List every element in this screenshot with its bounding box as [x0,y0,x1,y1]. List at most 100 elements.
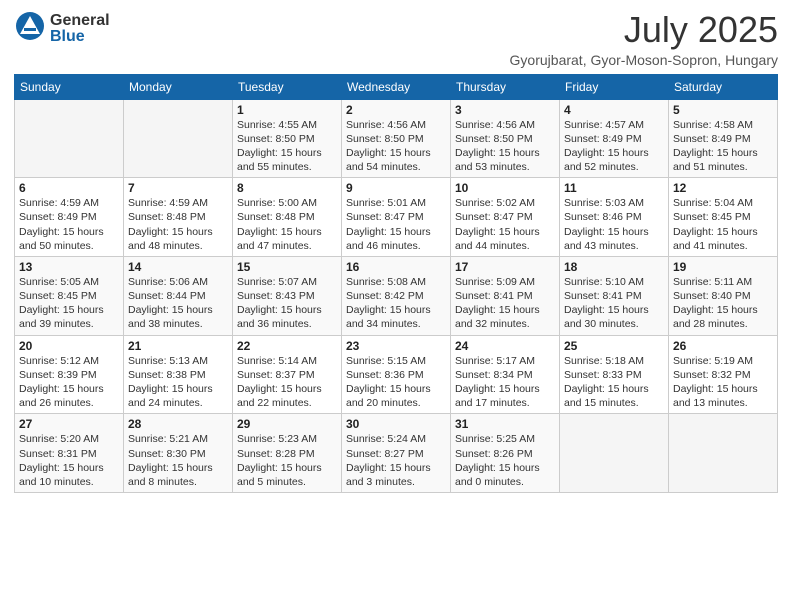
col-header-monday: Monday [124,74,233,99]
day-cell [560,414,669,493]
day-cell: 3Sunrise: 4:56 AMSunset: 8:50 PMDaylight… [451,99,560,178]
logo-text: General Blue [50,13,110,45]
day-number: 30 [346,417,446,431]
day-info: Sunrise: 4:59 AMSunset: 8:48 PMDaylight:… [128,196,228,253]
day-info: Sunrise: 4:59 AMSunset: 8:49 PMDaylight:… [19,196,119,253]
logo-icon [14,10,46,42]
day-info: Sunrise: 5:07 AMSunset: 8:43 PMDaylight:… [237,275,337,332]
day-info: Sunrise: 4:58 AMSunset: 8:49 PMDaylight:… [673,118,773,175]
day-number: 7 [128,181,228,195]
day-info: Sunrise: 5:00 AMSunset: 8:48 PMDaylight:… [237,196,337,253]
day-info: Sunrise: 5:15 AMSunset: 8:36 PMDaylight:… [346,354,446,411]
day-cell [124,99,233,178]
day-cell: 21Sunrise: 5:13 AMSunset: 8:38 PMDayligh… [124,335,233,414]
day-cell: 28Sunrise: 5:21 AMSunset: 8:30 PMDayligh… [124,414,233,493]
day-number: 13 [19,260,119,274]
col-header-thursday: Thursday [451,74,560,99]
day-info: Sunrise: 4:57 AMSunset: 8:49 PMDaylight:… [564,118,664,175]
day-cell: 4Sunrise: 4:57 AMSunset: 8:49 PMDaylight… [560,99,669,178]
month-year: July 2025 [510,10,778,50]
day-number: 6 [19,181,119,195]
day-number: 26 [673,339,773,353]
col-header-tuesday: Tuesday [233,74,342,99]
day-cell: 7Sunrise: 4:59 AMSunset: 8:48 PMDaylight… [124,178,233,257]
day-cell: 17Sunrise: 5:09 AMSunset: 8:41 PMDayligh… [451,256,560,335]
day-cell: 8Sunrise: 5:00 AMSunset: 8:48 PMDaylight… [233,178,342,257]
day-info: Sunrise: 5:02 AMSunset: 8:47 PMDaylight:… [455,196,555,253]
day-number: 17 [455,260,555,274]
day-info: Sunrise: 5:10 AMSunset: 8:41 PMDaylight:… [564,275,664,332]
day-number: 19 [673,260,773,274]
day-info: Sunrise: 5:14 AMSunset: 8:37 PMDaylight:… [237,354,337,411]
day-number: 4 [564,103,664,117]
day-cell: 1Sunrise: 4:55 AMSunset: 8:50 PMDaylight… [233,99,342,178]
day-cell: 6Sunrise: 4:59 AMSunset: 8:49 PMDaylight… [15,178,124,257]
day-number: 23 [346,339,446,353]
day-number: 15 [237,260,337,274]
day-cell: 18Sunrise: 5:10 AMSunset: 8:41 PMDayligh… [560,256,669,335]
day-number: 14 [128,260,228,274]
day-number: 29 [237,417,337,431]
page: General Blue July 2025 Gyorujbarat, Gyor… [0,0,792,612]
logo: General Blue [14,10,110,47]
day-info: Sunrise: 5:11 AMSunset: 8:40 PMDaylight:… [673,275,773,332]
day-cell: 31Sunrise: 5:25 AMSunset: 8:26 PMDayligh… [451,414,560,493]
day-number: 20 [19,339,119,353]
day-number: 8 [237,181,337,195]
day-cell: 19Sunrise: 5:11 AMSunset: 8:40 PMDayligh… [669,256,778,335]
day-info: Sunrise: 4:56 AMSunset: 8:50 PMDaylight:… [455,118,555,175]
day-number: 2 [346,103,446,117]
day-info: Sunrise: 5:19 AMSunset: 8:32 PMDaylight:… [673,354,773,411]
day-info: Sunrise: 4:56 AMSunset: 8:50 PMDaylight:… [346,118,446,175]
day-info: Sunrise: 5:17 AMSunset: 8:34 PMDaylight:… [455,354,555,411]
day-info: Sunrise: 4:55 AMSunset: 8:50 PMDaylight:… [237,118,337,175]
day-cell [15,99,124,178]
day-number: 18 [564,260,664,274]
day-info: Sunrise: 5:12 AMSunset: 8:39 PMDaylight:… [19,354,119,411]
day-info: Sunrise: 5:24 AMSunset: 8:27 PMDaylight:… [346,432,446,489]
logo-blue: Blue [50,29,110,45]
day-cell: 26Sunrise: 5:19 AMSunset: 8:32 PMDayligh… [669,335,778,414]
day-info: Sunrise: 5:01 AMSunset: 8:47 PMDaylight:… [346,196,446,253]
title-section: July 2025 Gyorujbarat, Gyor-Moson-Sopron… [510,10,778,68]
location: Gyorujbarat, Gyor-Moson-Sopron, Hungary [510,52,778,68]
day-cell: 20Sunrise: 5:12 AMSunset: 8:39 PMDayligh… [15,335,124,414]
day-cell: 15Sunrise: 5:07 AMSunset: 8:43 PMDayligh… [233,256,342,335]
day-number: 10 [455,181,555,195]
day-number: 3 [455,103,555,117]
day-number: 28 [128,417,228,431]
day-number: 9 [346,181,446,195]
day-info: Sunrise: 5:08 AMSunset: 8:42 PMDaylight:… [346,275,446,332]
week-row-3: 13Sunrise: 5:05 AMSunset: 8:45 PMDayligh… [15,256,778,335]
day-number: 31 [455,417,555,431]
day-cell: 10Sunrise: 5:02 AMSunset: 8:47 PMDayligh… [451,178,560,257]
day-number: 27 [19,417,119,431]
day-info: Sunrise: 5:03 AMSunset: 8:46 PMDaylight:… [564,196,664,253]
header-row: SundayMondayTuesdayWednesdayThursdayFrid… [15,74,778,99]
day-cell: 5Sunrise: 4:58 AMSunset: 8:49 PMDaylight… [669,99,778,178]
day-info: Sunrise: 5:05 AMSunset: 8:45 PMDaylight:… [19,275,119,332]
day-cell: 25Sunrise: 5:18 AMSunset: 8:33 PMDayligh… [560,335,669,414]
day-number: 21 [128,339,228,353]
week-row-1: 1Sunrise: 4:55 AMSunset: 8:50 PMDaylight… [15,99,778,178]
header: General Blue July 2025 Gyorujbarat, Gyor… [14,10,778,68]
day-cell: 23Sunrise: 5:15 AMSunset: 8:36 PMDayligh… [342,335,451,414]
day-cell: 16Sunrise: 5:08 AMSunset: 8:42 PMDayligh… [342,256,451,335]
week-row-4: 20Sunrise: 5:12 AMSunset: 8:39 PMDayligh… [15,335,778,414]
day-cell [669,414,778,493]
day-cell: 13Sunrise: 5:05 AMSunset: 8:45 PMDayligh… [15,256,124,335]
day-number: 11 [564,181,664,195]
day-info: Sunrise: 5:06 AMSunset: 8:44 PMDaylight:… [128,275,228,332]
day-info: Sunrise: 5:09 AMSunset: 8:41 PMDaylight:… [455,275,555,332]
day-cell: 14Sunrise: 5:06 AMSunset: 8:44 PMDayligh… [124,256,233,335]
day-info: Sunrise: 5:13 AMSunset: 8:38 PMDaylight:… [128,354,228,411]
day-cell: 22Sunrise: 5:14 AMSunset: 8:37 PMDayligh… [233,335,342,414]
week-row-5: 27Sunrise: 5:20 AMSunset: 8:31 PMDayligh… [15,414,778,493]
col-header-friday: Friday [560,74,669,99]
day-cell: 9Sunrise: 5:01 AMSunset: 8:47 PMDaylight… [342,178,451,257]
calendar: SundayMondayTuesdayWednesdayThursdayFrid… [14,74,778,493]
day-info: Sunrise: 5:21 AMSunset: 8:30 PMDaylight:… [128,432,228,489]
day-cell: 11Sunrise: 5:03 AMSunset: 8:46 PMDayligh… [560,178,669,257]
day-cell: 2Sunrise: 4:56 AMSunset: 8:50 PMDaylight… [342,99,451,178]
day-number: 16 [346,260,446,274]
